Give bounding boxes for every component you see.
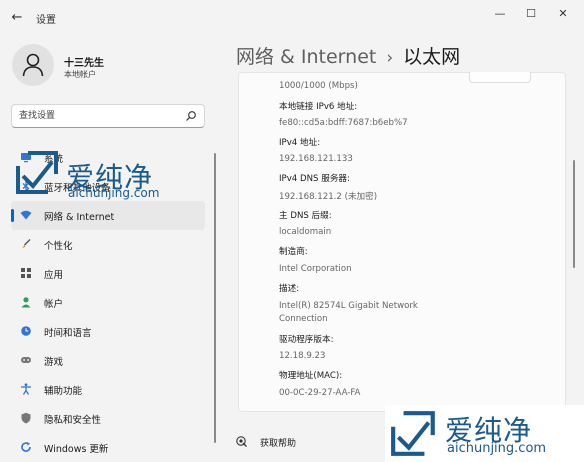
- sidebar-item-time-language[interactable]: 时间和语言: [11, 317, 205, 346]
- avatar[interactable]: [12, 44, 54, 86]
- get-help-label: 获取帮助: [260, 439, 297, 449]
- watermark-mark-icon: [16, 151, 58, 194]
- sidebar-item-accessibility[interactable]: 辅助功能: [11, 375, 205, 404]
- mac-address-label: 物理地址(MAC):: [279, 371, 343, 381]
- minimize-button[interactable]: —: [485, 5, 515, 23]
- copy-button[interactable]: [469, 72, 531, 83]
- main-scrollbar[interactable]: [573, 160, 575, 268]
- person-icon: [22, 53, 44, 77]
- accessibility-icon: [21, 383, 31, 395]
- sidebar-item-label: 帐户: [44, 299, 64, 310]
- gamepad-icon: [21, 357, 31, 363]
- sidebar-item-label: 应用: [44, 270, 64, 281]
- user-name: 十三先生: [64, 58, 104, 69]
- watermark-domain: aichunjing.com: [447, 441, 547, 456]
- title-bar: ← 设置 — ☐ ✕: [0, 0, 584, 34]
- globe-clock-icon: [21, 326, 31, 336]
- driver-version-label: 驱动程序版本:: [279, 335, 334, 345]
- sidebar-item-windows-update[interactable]: Windows 更新: [11, 433, 205, 462]
- user-profile[interactable]: 十三先生 本地帐户: [12, 44, 212, 88]
- update-icon: [21, 442, 31, 452]
- page-title: 以太网: [403, 46, 461, 68]
- apps-icon: [21, 268, 31, 278]
- close-button[interactable]: ✕: [548, 5, 578, 23]
- sidebar-item-gaming[interactable]: 游戏: [11, 346, 205, 375]
- description-value: Intel(R) 82574L Gigabit Network: [279, 301, 418, 311]
- link-speed-value: 1000/1000 (Mbps): [279, 81, 358, 91]
- description-label: 描述:: [279, 284, 300, 294]
- sidebar-item-personalization[interactable]: 个性化: [11, 230, 205, 259]
- search-box[interactable]: [11, 104, 205, 128]
- ipv6-value: fe80::cd5a:bdff:7687:b6eb%7: [279, 118, 408, 128]
- ipv6-label: 本地链接 IPv6 地址:: [279, 102, 358, 112]
- mac-address-value: 00-0C-29-27-AA-FA: [279, 388, 361, 398]
- manufacturer-label: 制造商:: [279, 247, 308, 257]
- ipv4-dns-value: 192.168.121.2 (未加密): [279, 192, 378, 202]
- search-icon[interactable]: [185, 110, 197, 122]
- sidebar-item-accounts[interactable]: 帐户: [11, 288, 205, 317]
- watermark-mark-icon: [391, 411, 435, 456]
- ipv4-value: 192.168.121.133: [279, 154, 353, 164]
- watermark-logo: 爱纯净 aichunjing.com: [385, 405, 584, 462]
- sidebar-scrollbar[interactable]: [214, 153, 216, 443]
- breadcrumb-separator: ›: [386, 48, 394, 68]
- maximize-button[interactable]: ☐: [516, 5, 546, 23]
- shield-icon: [21, 412, 31, 424]
- sidebar-item-label: 游戏: [44, 357, 64, 368]
- breadcrumb: 网络 & Internet › 以太网: [236, 42, 460, 72]
- sidebar-item-label: 网络 & Internet: [44, 212, 115, 223]
- sidebar-item-apps[interactable]: 应用: [11, 259, 205, 288]
- sidebar-item-label: 隐私和安全性: [44, 415, 102, 426]
- description-value-cont: Connection: [279, 314, 328, 324]
- brush-icon: [22, 239, 31, 249]
- manufacturer-value: Intel Corporation: [279, 264, 352, 274]
- breadcrumb-parent[interactable]: 网络 & Internet: [236, 46, 376, 68]
- sidebar-item-label: 时间和语言: [44, 328, 92, 339]
- back-button[interactable]: ←: [9, 10, 25, 26]
- account-icon: [21, 297, 31, 308]
- help-icon: [236, 436, 247, 447]
- sidebar-item-label: Windows 更新: [44, 444, 109, 455]
- sidebar-item-privacy[interactable]: 隐私和安全性: [11, 404, 205, 433]
- dns-suffix-label: 主 DNS 后缀:: [279, 211, 332, 221]
- driver-version-value: 12.18.9.23: [279, 351, 326, 361]
- watermark-domain: aichunjing.com: [68, 186, 160, 200]
- sidebar-item-label: 个性化: [44, 241, 73, 252]
- search-input[interactable]: [19, 108, 179, 124]
- app-title: 设置: [36, 15, 56, 26]
- wifi-icon: [20, 210, 32, 220]
- dns-suffix-value: localdomain: [279, 227, 332, 237]
- watermark-logo: 爱纯净 aichunjing.com: [14, 148, 189, 206]
- account-type: 本地帐户: [64, 70, 96, 79]
- ipv4-label: IPv4 地址:: [279, 138, 321, 148]
- sidebar-item-label: 辅助功能: [44, 386, 83, 397]
- ipv4-dns-label: IPv4 DNS 服务器:: [279, 174, 350, 184]
